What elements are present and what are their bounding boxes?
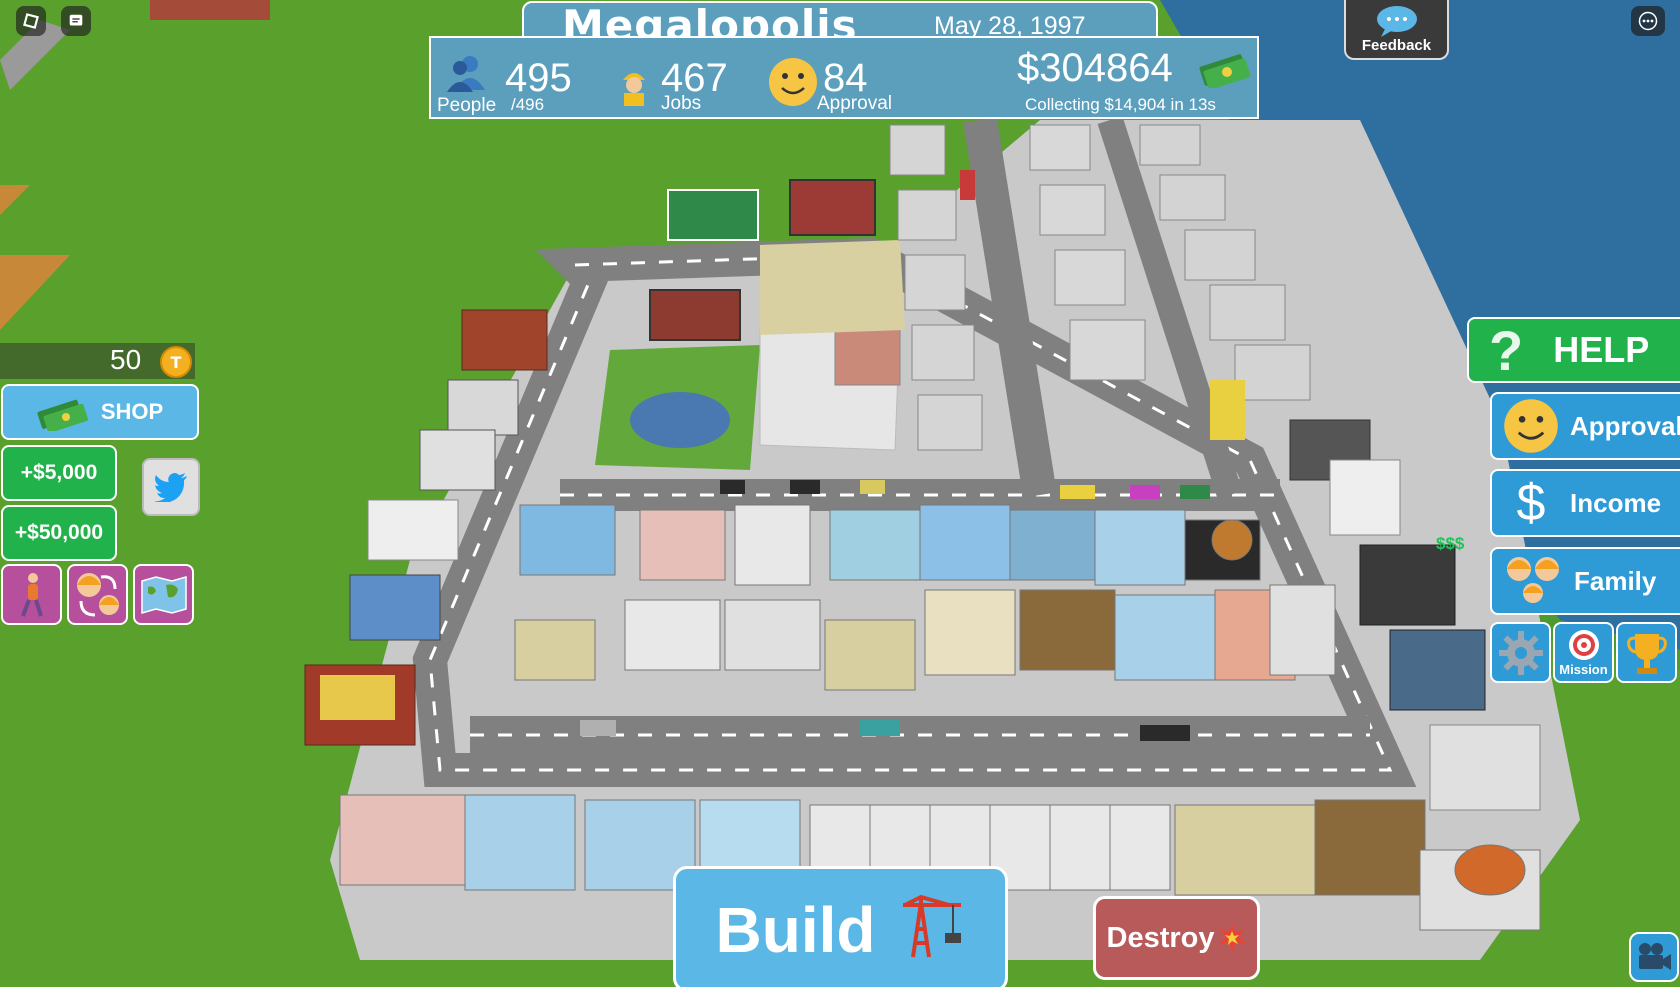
more-dots-icon	[1638, 11, 1658, 31]
help-button[interactable]: ? HELP	[1467, 317, 1680, 383]
destroy-label: Destroy	[1106, 921, 1215, 954]
destroy-button[interactable]: Destroy	[1093, 896, 1260, 980]
people-label: People	[437, 95, 497, 116]
approval-button-label: Approval	[1570, 410, 1680, 441]
people-capacity: /496	[511, 95, 545, 114]
smiley-icon	[1504, 399, 1558, 453]
build-button[interactable]: Build	[673, 866, 1008, 987]
mission-button[interactable]: Mission	[1553, 622, 1614, 683]
tennis-court	[789, 179, 876, 236]
police-station	[349, 574, 441, 641]
smiley-icon	[769, 58, 817, 106]
build-label: Build	[715, 894, 876, 966]
gear-icon	[1498, 630, 1543, 675]
hospital	[367, 499, 459, 561]
shop-label: SHOP	[100, 399, 164, 424]
fire-station	[461, 309, 548, 371]
chat-button[interactable]	[61, 6, 91, 36]
building	[447, 379, 519, 436]
trade-people-icon	[76, 572, 119, 616]
achievements-button[interactable]	[1616, 622, 1677, 683]
dollar-icon: $	[1516, 474, 1546, 532]
people-icon	[447, 56, 485, 92]
more-options-button[interactable]	[1631, 6, 1665, 36]
settings-button[interactable]	[1490, 622, 1551, 683]
jobs-count: 467	[661, 56, 728, 100]
approval-label: Approval	[817, 93, 892, 114]
twitter-bird-icon	[154, 473, 187, 502]
money-balance: $304864	[1017, 46, 1173, 90]
floating-money-indicator: $$$	[1436, 534, 1465, 553]
explosion-icon	[1218, 924, 1246, 952]
question-mark-icon: ?	[1489, 318, 1524, 382]
city-world-view[interactable]	[0, 0, 1680, 987]
soccer-field	[667, 189, 759, 241]
crane-icon	[903, 894, 962, 958]
income-button-label: Income	[1570, 487, 1662, 518]
jobs-label: Jobs	[661, 93, 702, 114]
building	[1359, 544, 1456, 626]
stats-panel: 495 People /496 467 Jobs 84 Approval $30…	[429, 36, 1259, 119]
building	[1429, 724, 1541, 811]
people-count: 495	[505, 56, 572, 100]
helipad	[320, 675, 395, 720]
building	[1389, 629, 1486, 711]
cash-stack-icon	[37, 399, 88, 431]
worker-icon	[623, 73, 645, 106]
buy-5000-button[interactable]: +$5,000	[1, 445, 117, 501]
income-button[interactable]: $ Income	[1490, 469, 1680, 537]
basketball-court	[649, 289, 741, 341]
collecting-timer: Collecting $14,904 in 13s	[1025, 95, 1216, 114]
trade-button[interactable]	[67, 564, 128, 625]
walk-mode-button[interactable]	[1, 564, 62, 625]
help-label: HELP	[1553, 329, 1650, 370]
distant-building	[150, 0, 270, 20]
chat-icon	[69, 14, 83, 26]
approval-button[interactable]: Approval	[1490, 392, 1680, 460]
twitter-codes-button[interactable]	[142, 458, 200, 516]
map-icon	[140, 575, 187, 614]
world-map-button[interactable]	[133, 564, 194, 625]
coin-icon: T	[160, 346, 192, 378]
family-button-label: Family	[1574, 565, 1657, 596]
target-icon	[1568, 630, 1599, 660]
trophy-icon	[1626, 633, 1667, 674]
approval-value: 84	[823, 56, 868, 100]
pond	[630, 392, 730, 448]
roblox-menu-button[interactable]	[16, 6, 46, 36]
camera-button[interactable]	[1629, 932, 1679, 982]
feedback-button[interactable]: Feedback	[1344, 0, 1449, 60]
feedback-label: Feedback	[1361, 37, 1432, 54]
camera-icon	[1639, 943, 1671, 970]
walking-person-icon	[20, 572, 43, 617]
buy-50000-button[interactable]: +$50,000	[1, 505, 117, 561]
cash-stack-icon	[1199, 54, 1251, 88]
coin-count: 50	[110, 344, 142, 375]
speech-bubble-icon	[1376, 6, 1417, 37]
mission-label: Mission	[1559, 662, 1608, 677]
building	[1329, 459, 1401, 536]
family-button[interactable]: Family	[1490, 547, 1680, 615]
building	[419, 429, 496, 491]
shop-button[interactable]: SHOP	[1, 384, 199, 440]
roblox-logo-icon	[23, 13, 39, 29]
plaza	[760, 240, 905, 335]
family-icon	[1507, 557, 1559, 603]
